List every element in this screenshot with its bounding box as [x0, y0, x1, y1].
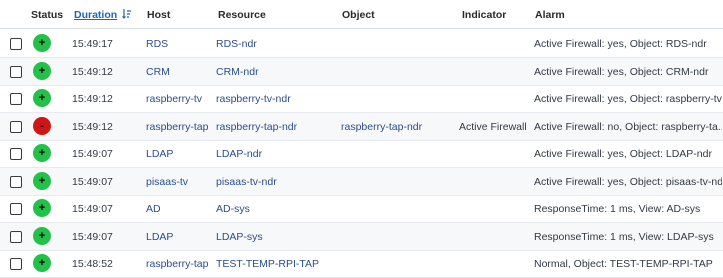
row-select-checkbox[interactable] — [10, 230, 22, 243]
alarm-cell: Active Firewall: yes, Object: raspberry-… — [534, 93, 722, 105]
table-row[interactable]: + 15:49:07 LDAP LDAP-sys ResponseTime: 1… — [0, 222, 723, 251]
resource-link[interactable]: RDS-ndr — [216, 38, 338, 50]
alarm-cell: ResponseTime: 1 ms, View: LDAP-sys — [534, 230, 714, 243]
status-icon: + — [33, 144, 51, 162]
host-link[interactable]: CRM — [146, 66, 214, 78]
host-link[interactable]: LDAP — [146, 148, 214, 160]
table-row[interactable]: + 15:49:12 raspberry-tv raspberry-tv-ndr… — [0, 85, 723, 113]
column-header-indicator[interactable]: Indicator — [462, 9, 506, 21]
sort-descending-icon[interactable] — [122, 8, 132, 20]
row-select-checkbox[interactable] — [10, 120, 22, 133]
alarm-cell: Active Firewall: yes, Object: CRM-ndr — [534, 65, 709, 78]
indicator-cell: Active Firewall — [459, 120, 527, 133]
table-row[interactable]: + 15:49:17 RDS RDS-ndr Active Firewall: … — [0, 30, 723, 58]
column-header-duration[interactable]: Duration — [74, 9, 117, 21]
table-row[interactable]: + 15:49:07 pisaas-tv pisaas-tv-ndr Activ… — [0, 167, 723, 196]
alarm-table: Status Duration Host Resource Object Ind… — [0, 0, 723, 278]
table-row[interactable]: + 15:49:07 AD AD-sys ResponseTime: 1 ms,… — [0, 195, 723, 223]
resource-link[interactable]: TEST-TEMP-RPI-TAP — [216, 258, 338, 270]
table-row[interactable]: + 15:48:52 raspberry-tap TEST-TEMP-RPI-T… — [0, 250, 723, 278]
column-header-alarm[interactable]: Alarm — [535, 9, 565, 21]
host-link[interactable]: LDAP — [146, 231, 214, 243]
status-icon: + — [33, 34, 51, 52]
duration-cell: 15:49:12 — [72, 93, 113, 105]
row-select-checkbox[interactable] — [10, 148, 22, 160]
row-select-checkbox[interactable] — [10, 65, 22, 78]
duration-cell: 15:49:12 — [72, 120, 113, 133]
resource-link[interactable]: pisaas-tv-ndr — [216, 176, 338, 188]
host-link[interactable]: RDS — [146, 38, 214, 50]
row-select-checkbox[interactable] — [10, 175, 22, 188]
alarm-cell: Active Firewall: yes, Object: RDS-ndr — [534, 38, 707, 50]
status-icon: + — [33, 171, 51, 190]
resource-link[interactable]: CRM-ndr — [216, 66, 338, 78]
table-row[interactable]: - 15:49:12 raspberry-tap raspberry-tap-n… — [0, 112, 723, 141]
duration-cell: 15:49:17 — [72, 38, 113, 50]
resource-link[interactable]: raspberry-tap-ndr — [216, 121, 338, 133]
status-icon: + — [33, 89, 51, 107]
host-link[interactable]: pisaas-tv — [146, 176, 214, 188]
row-select-checkbox[interactable] — [10, 203, 22, 215]
status-icon: + — [33, 254, 51, 272]
row-select-checkbox[interactable] — [10, 38, 22, 50]
host-link[interactable]: raspberry-tv — [146, 93, 214, 105]
alarm-cell: Active Firewall: no, Object: raspberry-t… — [534, 120, 722, 133]
duration-cell: 15:49:07 — [72, 148, 113, 160]
status-icon: + — [33, 61, 51, 80]
column-header-status[interactable]: Status — [31, 9, 63, 21]
alarm-cell: Active Firewall: yes, Object: LDAP-ndr — [534, 148, 712, 160]
table-row[interactable]: + 15:49:12 CRM CRM-ndr Active Firewall: … — [0, 57, 723, 86]
table-row[interactable]: + 15:49:07 LDAP LDAP-ndr Active Firewall… — [0, 140, 723, 168]
duration-cell: 15:49:07 — [72, 203, 113, 215]
host-link[interactable]: raspberry-tap — [146, 121, 214, 133]
table-header: Status Duration Host Resource Object Ind… — [0, 0, 723, 29]
host-link[interactable]: raspberry-tap — [146, 258, 214, 270]
object-link[interactable]: raspberry-tap-ndr — [341, 121, 459, 133]
row-select-checkbox[interactable] — [10, 93, 22, 105]
resource-link[interactable]: LDAP-ndr — [216, 148, 338, 160]
status-icon: - — [33, 116, 51, 135]
status-icon: + — [33, 199, 51, 217]
duration-cell: 15:48:52 — [72, 258, 113, 270]
host-link[interactable]: AD — [146, 203, 214, 215]
duration-cell: 15:49:12 — [72, 65, 113, 78]
resource-link[interactable]: AD-sys — [216, 203, 338, 215]
alarm-cell: Active Firewall: yes, Object: pisaas-tv-… — [534, 175, 722, 188]
duration-cell: 15:49:07 — [72, 230, 113, 243]
alarm-cell: ResponseTime: 1 ms, View: AD-sys — [534, 203, 701, 215]
alarm-cell: Normal, Object: TEST-TEMP-RPI-TAP — [534, 258, 713, 270]
row-select-checkbox[interactable] — [10, 258, 22, 270]
resource-link[interactable]: LDAP-sys — [216, 231, 338, 243]
resource-link[interactable]: raspberry-tv-ndr — [216, 93, 338, 105]
status-icon: + — [33, 226, 51, 245]
duration-cell: 15:49:07 — [72, 175, 113, 188]
column-header-resource[interactable]: Resource — [218, 9, 266, 21]
column-header-object[interactable]: Object — [342, 9, 375, 21]
column-header-host[interactable]: Host — [147, 9, 170, 21]
